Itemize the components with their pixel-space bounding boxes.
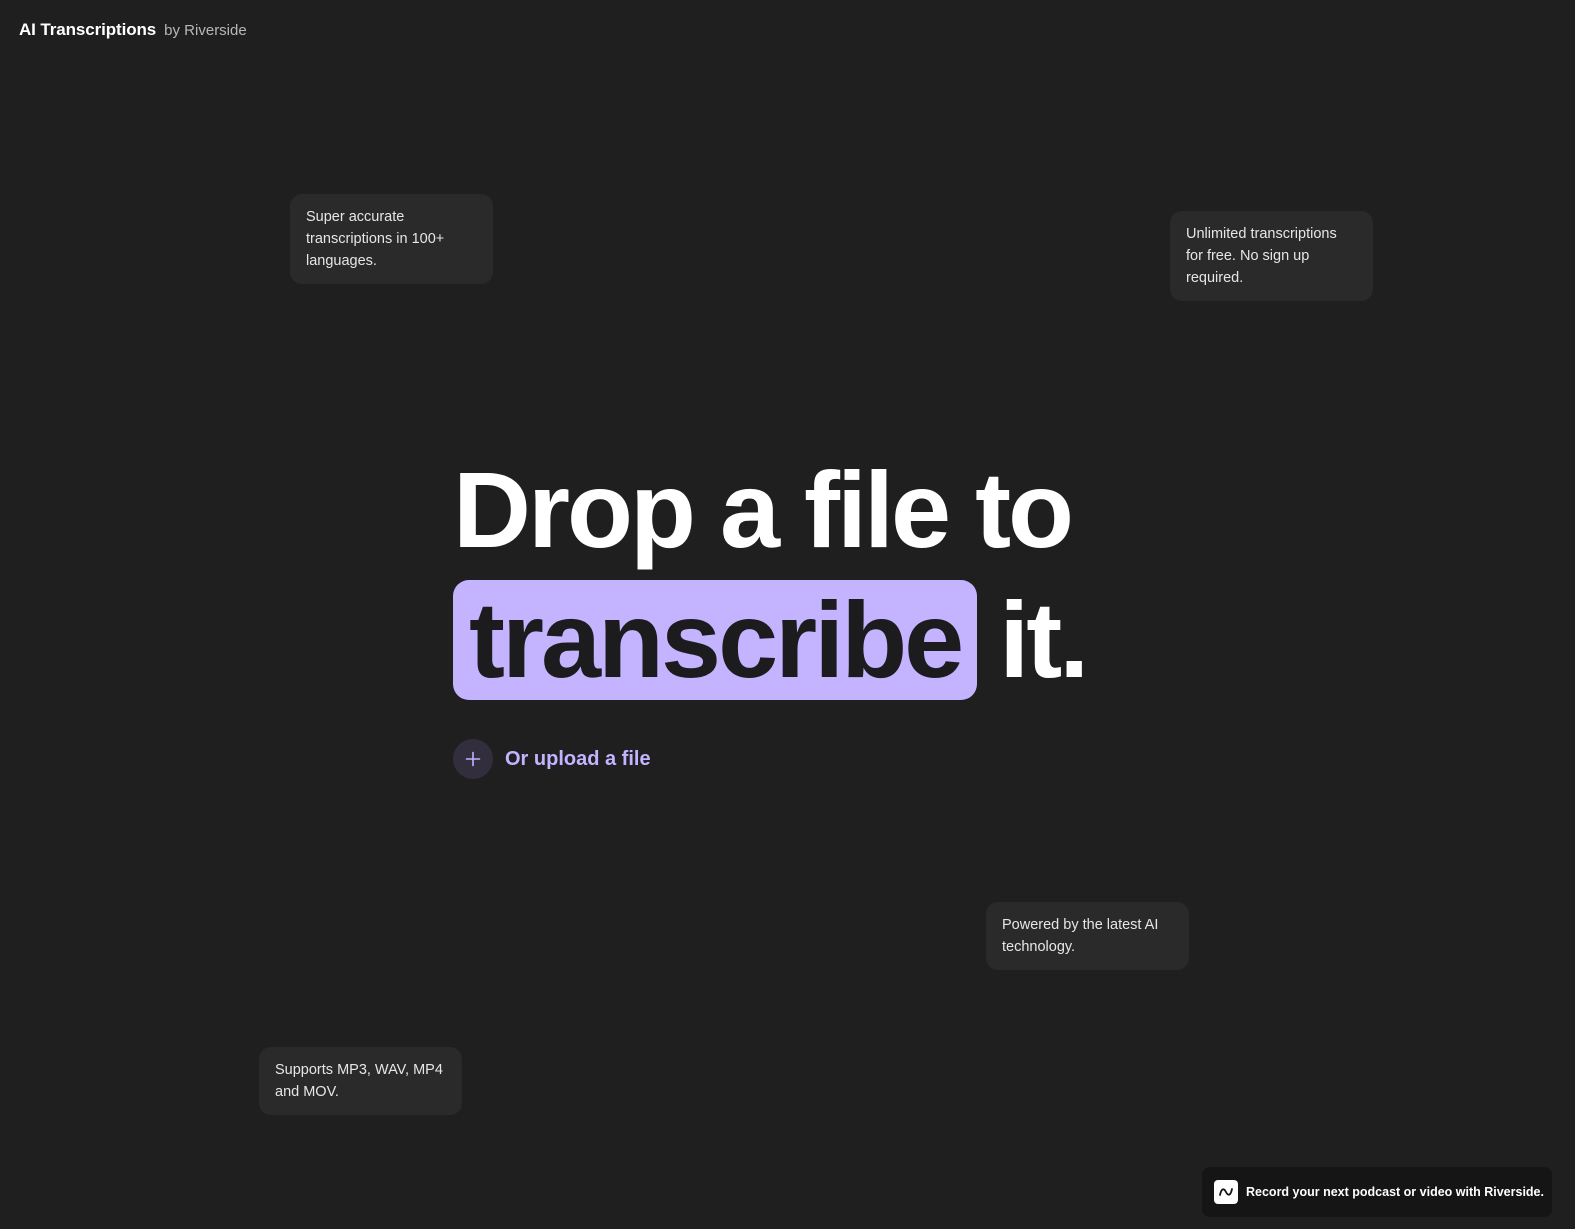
headline-tail: it. xyxy=(999,579,1089,700)
upload-file-button[interactable]: Or upload a file xyxy=(453,739,651,779)
promo-text[interactable]: Record your next podcast or video with R… xyxy=(1246,1185,1544,1199)
headline-line-1: Drop a file to xyxy=(453,449,1074,570)
feature-tip-ai: Powered by the latest AI technology. xyxy=(986,902,1189,970)
riverside-promo-banner[interactable]: Record your next podcast or video with R… xyxy=(1202,1167,1552,1217)
feature-tip-accuracy: Super accurate transcriptions in 100+ la… xyxy=(290,194,493,284)
feature-tip-formats: Supports MP3, WAV, MP4 and MOV. xyxy=(259,1047,462,1115)
brand-name: AI Transcriptions xyxy=(19,20,157,39)
brand: AI Transcriptions by Riverside xyxy=(19,20,247,40)
headline-highlight: transcribe xyxy=(453,580,978,700)
drop-zone-headline: Drop a file to transcribe it. xyxy=(453,448,1173,700)
upload-file-label[interactable]: Or upload a file xyxy=(505,748,651,771)
plus-icon[interactable] xyxy=(453,739,493,779)
headline-line-2: transcribe it. xyxy=(453,580,1173,700)
brand-byline: by Riverside xyxy=(164,22,247,39)
feature-tip-unlimited: Unlimited transcriptions for free. No si… xyxy=(1170,211,1373,301)
riverside-logo-icon xyxy=(1214,1180,1238,1204)
